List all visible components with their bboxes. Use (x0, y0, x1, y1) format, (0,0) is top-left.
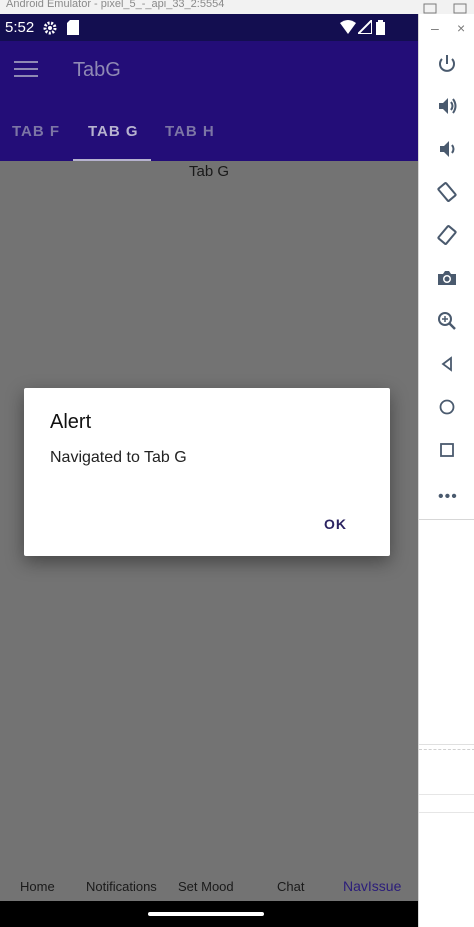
status-time: 5:52 (5, 19, 35, 36)
signal-icon (355, 17, 373, 38)
ok-button[interactable]: OK (324, 516, 347, 532)
power-icon[interactable] (429, 46, 465, 82)
sd-card-icon (67, 20, 79, 39)
volume-up-icon[interactable] (429, 88, 465, 124)
emulator-window: Android Emulator - pixel_5_-_api_33_2:55… (0, 0, 474, 927)
zoom-icon[interactable] (429, 303, 465, 339)
menu-icon[interactable] (14, 61, 38, 79)
emulator-side-panel: – × ••• (418, 14, 474, 927)
nav-item-chat[interactable]: Chat (277, 879, 304, 894)
close-icon[interactable]: × (457, 20, 465, 36)
camera-icon[interactable] (429, 260, 465, 296)
alert-dialog: Alert Navigated to Tab G OK (24, 388, 390, 556)
dialog-message: Navigated to Tab G (50, 449, 187, 466)
tab-g[interactable]: TAB G (88, 123, 139, 140)
rotate-right-icon[interactable] (429, 217, 465, 253)
window-controls-icon (423, 3, 467, 14)
panel-divider (419, 794, 474, 795)
battery-icon (376, 20, 385, 39)
toolbar-header: – × (419, 20, 474, 40)
nav-item-home[interactable]: Home (20, 879, 55, 894)
panel-divider (419, 812, 474, 813)
content-label: Tab G (188, 163, 230, 180)
app-bar: TabG TAB F TAB G TAB H (0, 41, 418, 161)
phone-screen: 5:52 TabG TAB F TAB G TAB H Tab G Alert … (0, 14, 418, 927)
tab-strip: TAB F TAB G TAB H (0, 121, 418, 161)
home-gesture-handle[interactable] (148, 912, 264, 916)
home-icon[interactable] (429, 389, 465, 425)
volume-down-icon[interactable] (429, 131, 465, 167)
app-title: TabG (73, 59, 121, 81)
status-bar: 5:52 (0, 14, 418, 41)
emulator-title-bar: Android Emulator - pixel_5_-_api_33_2:55… (0, 0, 420, 14)
more-icon[interactable]: ••• (438, 488, 458, 506)
tab-f[interactable]: TAB F (12, 123, 60, 140)
back-icon[interactable] (429, 346, 465, 382)
emulator-title: Android Emulator - pixel_5_-_api_33_2:55… (6, 0, 225, 10)
wifi-icon (340, 20, 356, 38)
gesture-bar (0, 901, 418, 927)
tab-h[interactable]: TAB H (165, 123, 215, 140)
settings-gear-icon (42, 20, 58, 40)
nav-item-navissue[interactable]: NavIssue (343, 878, 401, 894)
dialog-title: Alert (50, 411, 92, 433)
nav-item-notifications[interactable]: Notifications (86, 879, 157, 894)
panel-divider (419, 744, 474, 750)
nav-item-set-mood[interactable]: Set Mood (178, 879, 234, 894)
emulator-top-icons (420, 0, 474, 14)
bottom-nav: Home Notifications Set Mood Chat NavIssu… (0, 867, 418, 901)
overview-icon[interactable] (429, 432, 465, 468)
minimize-icon[interactable]: – (431, 20, 439, 36)
rotate-left-icon[interactable] (429, 174, 465, 210)
emulator-toolbar: – × ••• (419, 14, 474, 520)
